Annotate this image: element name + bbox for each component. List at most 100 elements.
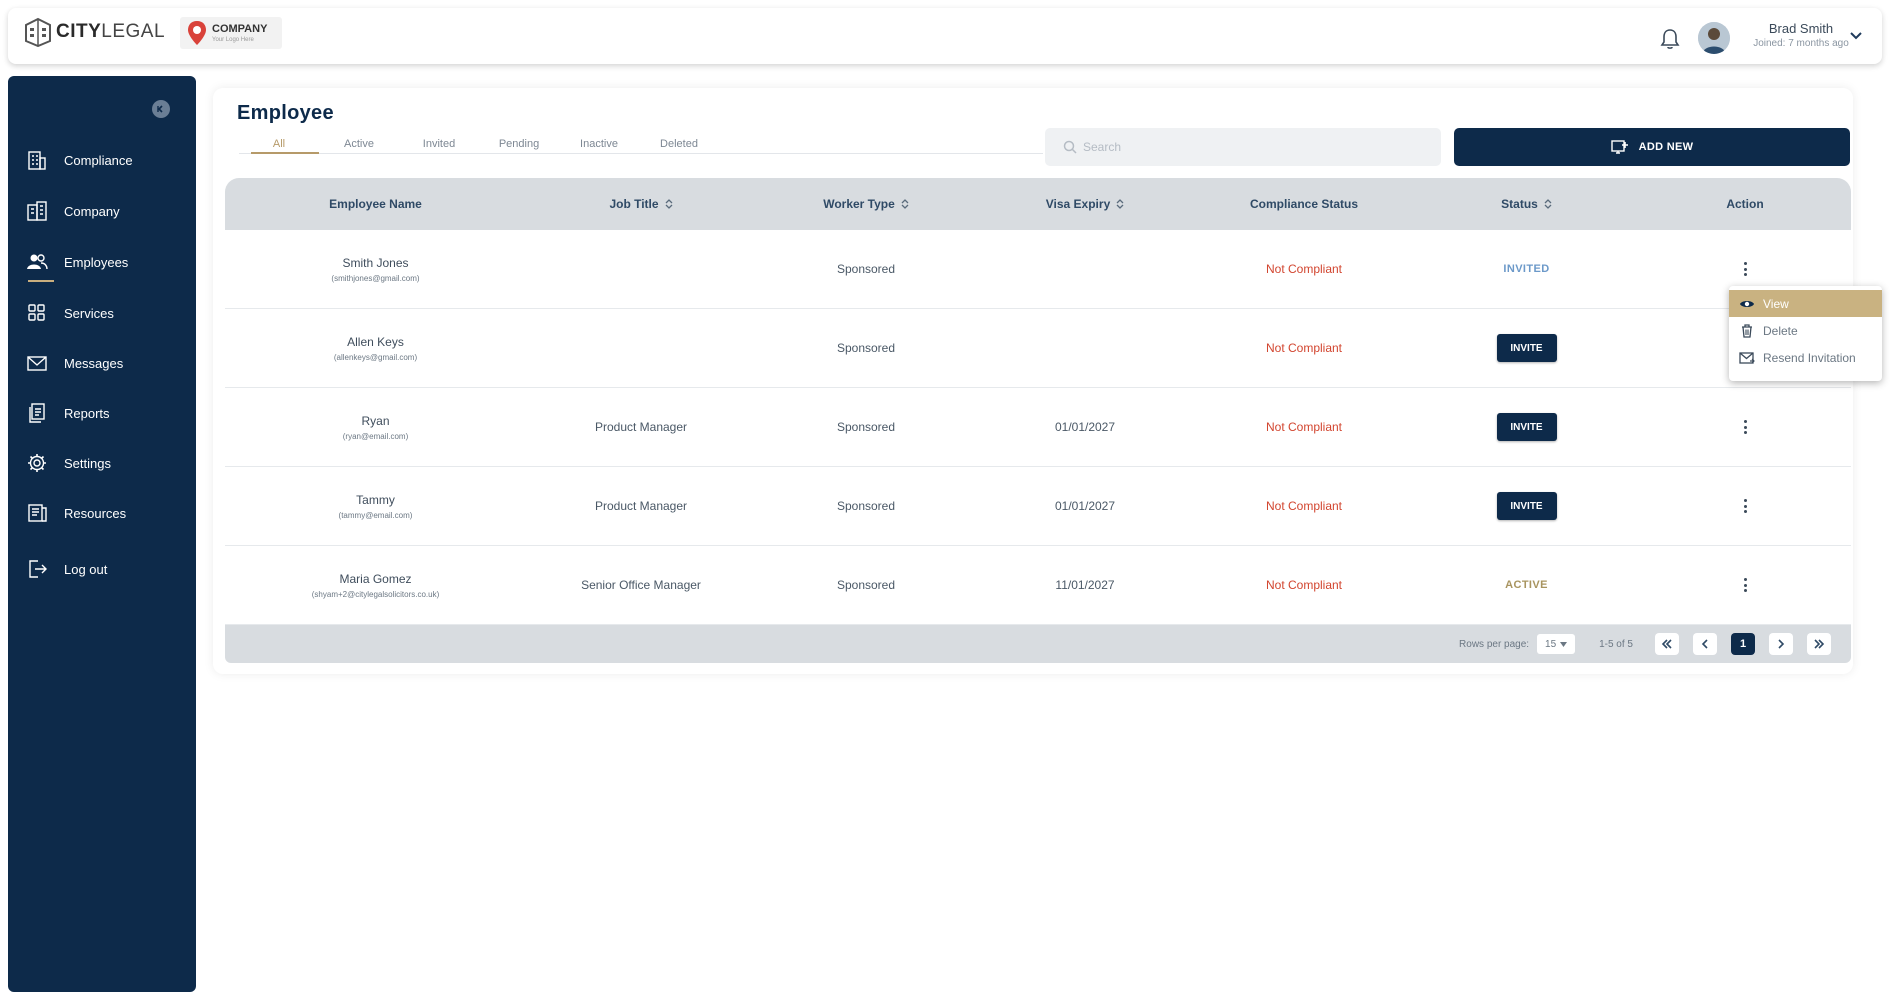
sidebar-item-services[interactable]: Services: [26, 298, 114, 328]
visa-expiry: 01/01/2027: [1054, 420, 1116, 434]
worker-type: Sponsored: [836, 578, 896, 592]
status-badge: ACTIVE: [1505, 579, 1548, 591]
tab-inactive[interactable]: Inactive: [559, 128, 639, 153]
page-title: Employee: [237, 102, 334, 124]
rows-per-page-select[interactable]: 15: [1537, 634, 1576, 654]
eye-icon: [1740, 300, 1754, 307]
compliance-status: Not Compliant: [1265, 341, 1343, 355]
table-row: Smith Jones (smithjones@gmail.com) Sponso…: [225, 230, 1851, 309]
employee-email: (allenkeys@gmail.com): [333, 352, 418, 362]
company-logo-title: COMPANY: [212, 22, 268, 35]
gear-icon: [28, 454, 46, 472]
tab-all[interactable]: All: [239, 128, 319, 154]
grid-icon: [28, 304, 45, 321]
sidebar-item-label: Company: [64, 203, 120, 219]
row-actions-kebab-icon[interactable]: [1738, 419, 1752, 435]
status-tabs: All Active Invited Pending Inactive Dele…: [239, 128, 1043, 154]
sidebar: Compliance Company Employees Services Me…: [8, 76, 196, 992]
pagination-range: 1-5 of 5: [1599, 638, 1633, 650]
chevron-right-icon: [1778, 639, 1785, 649]
compliance-status: Not Compliant: [1265, 420, 1343, 434]
worker-type: Sponsored: [836, 420, 896, 434]
sort-icon: [665, 199, 673, 209]
sidebar-item-label: Services: [64, 305, 114, 321]
sidebar-item-label: Resources: [64, 505, 127, 521]
trash-icon: [1742, 323, 1752, 338]
add-user-icon: [1610, 140, 1628, 154]
notification-bell-icon[interactable]: [1660, 28, 1680, 50]
sidebar-item-settings[interactable]: Settings: [26, 448, 111, 478]
employee-name: Tammy: [356, 492, 395, 507]
citylegal-logo[interactable]: CITYLEGAL: [24, 17, 165, 47]
table-row: Tammy (tammy@email.com) Product Manager S…: [225, 467, 1851, 546]
row-actions-kebab-icon[interactable]: [1738, 498, 1752, 514]
sidebar-item-employees[interactable]: Employees: [26, 247, 129, 282]
tab-deleted[interactable]: Deleted: [639, 128, 719, 153]
office-icon: [27, 201, 47, 221]
double-chevron-left-icon: [1661, 639, 1672, 649]
column-header-visa-expiry[interactable]: Visa Expiry: [976, 197, 1194, 211]
worker-type: Sponsored: [836, 262, 896, 276]
column-header-status[interactable]: Status: [1414, 197, 1639, 211]
job-title: Product Manager: [594, 499, 688, 513]
caret-down-icon: [1560, 641, 1568, 647]
invite-button[interactable]: INVITE: [1496, 492, 1557, 520]
compliance-status: Not Compliant: [1265, 578, 1343, 592]
company-logo: COMPANY Your Logo Here: [180, 17, 282, 49]
user-joined: Joined: 7 months ago: [1753, 38, 1849, 49]
employee-name: Maria Gomez: [339, 571, 412, 586]
sidebar-item-compliance[interactable]: Compliance: [26, 145, 133, 175]
sort-icon: [901, 199, 909, 209]
table-header: Employee Name Job Title Worker Type Visa…: [225, 178, 1851, 230]
tab-pending[interactable]: Pending: [479, 128, 559, 153]
menu-item-view[interactable]: View: [1729, 290, 1882, 317]
prev-page-button[interactable]: [1693, 633, 1717, 655]
first-page-button[interactable]: [1655, 633, 1679, 655]
sidebar-item-company[interactable]: Company: [26, 196, 120, 226]
collapse-sidebar-button[interactable]: [152, 100, 170, 118]
add-new-label: ADD NEW: [1638, 141, 1694, 153]
sidebar-item-resources[interactable]: Resources: [26, 498, 126, 528]
row-action-menu: View Delete Resend Invitation: [1729, 286, 1882, 381]
row-actions-kebab-icon[interactable]: [1738, 577, 1752, 593]
sidebar-item-reports[interactable]: Reports: [26, 398, 110, 428]
menu-item-resend-invitation[interactable]: Resend Invitation: [1729, 344, 1882, 371]
page-number-button[interactable]: 1: [1731, 633, 1755, 655]
mail-send-icon: [1739, 351, 1755, 364]
sidebar-item-label: Reports: [64, 405, 110, 421]
sidebar-item-messages[interactable]: Messages: [26, 348, 123, 378]
job-title: Product Manager: [594, 420, 688, 434]
visa-expiry: 11/01/2027: [1055, 578, 1115, 592]
sidebar-item-label: Log out: [64, 561, 108, 577]
invite-button[interactable]: INVITE: [1496, 413, 1557, 441]
job-title: Senior Office Manager: [581, 578, 701, 592]
chevron-down-icon[interactable]: [1848, 28, 1864, 44]
user-avatar[interactable]: [1698, 22, 1730, 54]
employee-name: Allen Keys: [347, 334, 404, 349]
tab-invited[interactable]: Invited: [399, 128, 479, 153]
employee-email: (ryan@email.com): [342, 431, 409, 441]
visa-expiry: 01/01/2027: [1054, 499, 1116, 513]
users-icon: [27, 254, 48, 270]
tab-active[interactable]: Active: [319, 128, 399, 153]
table-row: Ryan (ryan@email.com) Product Manager Spo…: [225, 388, 1851, 467]
sidebar-item-label: Settings: [64, 455, 111, 471]
employee-table: Employee Name Job Title Worker Type Visa…: [225, 178, 1851, 663]
column-header-worker-type[interactable]: Worker Type: [756, 197, 976, 211]
row-actions-kebab-icon[interactable]: [1738, 261, 1752, 277]
sidebar-item-label: Employees: [64, 254, 129, 270]
search-input[interactable]: [1083, 140, 1423, 154]
column-header-job-title[interactable]: Job Title: [526, 197, 756, 211]
employee-email: (tammy@email.com): [338, 510, 413, 520]
sidebar-item-label: Compliance: [64, 152, 133, 168]
next-page-button[interactable]: [1769, 633, 1793, 655]
sort-icon: [1544, 199, 1552, 209]
invite-button[interactable]: INVITE: [1496, 334, 1557, 362]
add-new-button[interactable]: ADD NEW: [1454, 128, 1850, 166]
last-page-button[interactable]: [1807, 633, 1831, 655]
compliance-status: Not Compliant: [1265, 262, 1343, 276]
employee-panel: Employee All Active Invited Pending Inac…: [213, 88, 1853, 674]
menu-item-delete[interactable]: Delete: [1729, 317, 1882, 344]
table-footer: Rows per page: 15 1-5 of 5 1: [225, 625, 1851, 663]
sidebar-item-logout[interactable]: Log out: [26, 554, 107, 584]
